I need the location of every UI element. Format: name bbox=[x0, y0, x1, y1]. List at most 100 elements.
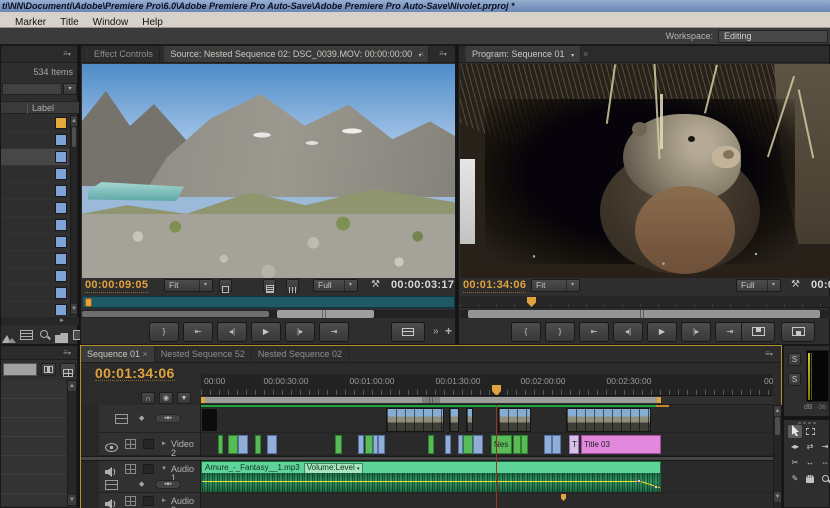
video2-track-content[interactable]: NesTTitle 03 bbox=[201, 433, 773, 456]
step-back-button[interactable]: ◂| bbox=[613, 322, 643, 342]
label-swatch[interactable] bbox=[55, 202, 67, 214]
solo-button[interactable]: S bbox=[788, 373, 801, 386]
go-to-in-button[interactable]: ⇤ bbox=[183, 322, 213, 342]
export-frame-icon[interactable] bbox=[263, 279, 276, 292]
project-row[interactable] bbox=[1, 115, 69, 132]
label-swatch[interactable] bbox=[55, 151, 67, 163]
step-back-button[interactable]: ◂| bbox=[217, 322, 247, 342]
hand-tool[interactable] bbox=[803, 473, 817, 486]
video2-clip[interactable] bbox=[378, 435, 385, 454]
panel-menu-icon[interactable]: ≡▾ bbox=[435, 49, 451, 60]
audio1-track-content[interactable]: Amure_-_Fantasy__1.mp3 Volume:Level ▾ bbox=[201, 461, 773, 493]
project-row[interactable] bbox=[1, 166, 69, 183]
close-tab-icon[interactable]: × bbox=[140, 349, 148, 359]
source-zoom-select[interactable]: Fit▾ bbox=[164, 279, 213, 292]
timeline-vscrollbar[interactable]: ▲ ▼ bbox=[773, 405, 782, 508]
razor-tool[interactable]: ✂ bbox=[788, 457, 802, 470]
scroll-thumb[interactable] bbox=[277, 310, 374, 318]
keyframe-nav[interactable]: ◂◆▸ bbox=[155, 414, 181, 423]
expand-track-icon[interactable]: ▼ bbox=[161, 466, 167, 472]
source-video-frame[interactable] bbox=[82, 64, 455, 278]
program-video-frame[interactable] bbox=[460, 64, 830, 278]
sync-lock-icon[interactable] bbox=[125, 439, 136, 449]
title-bar[interactable]: ti\NN\Documenti\Adobe\Premiere Pro\6.0\A… bbox=[0, 0, 830, 12]
video2-clip-t[interactable]: T bbox=[569, 435, 579, 454]
label-swatch[interactable] bbox=[55, 134, 67, 146]
rate-stretch-tool[interactable]: ⇥ bbox=[818, 441, 830, 454]
keyframe-dot[interactable] bbox=[654, 485, 658, 489]
video3-clip[interactable] bbox=[386, 408, 444, 432]
project-row[interactable] bbox=[1, 183, 69, 200]
tab-source-monitor[interactable]: Source: Nested Sequence 02: DSC_0039.MOV… bbox=[164, 46, 428, 63]
source-scrollbar[interactable] bbox=[82, 310, 455, 318]
work-area-handle[interactable] bbox=[422, 397, 440, 403]
panel-menu-icon[interactable]: ≡▾ bbox=[59, 348, 75, 359]
video2-clip[interactable] bbox=[552, 435, 561, 454]
step-forward-button[interactable]: |▸ bbox=[681, 322, 711, 342]
timeline-current-time[interactable]: 00:01:34:06 bbox=[95, 367, 175, 381]
work-area-bar[interactable] bbox=[201, 397, 661, 403]
project-row[interactable] bbox=[1, 200, 69, 217]
slip-tool[interactable]: ↔ bbox=[803, 457, 817, 470]
effect-dropdown-icon[interactable]: ▾ bbox=[357, 466, 360, 472]
extract-button[interactable] bbox=[781, 322, 815, 342]
mark-out-button[interactable]: } bbox=[149, 322, 179, 342]
workspace-select[interactable]: Editing bbox=[718, 30, 828, 43]
program-current-time[interactable]: 00:01:34:06 bbox=[463, 279, 526, 293]
project-hscrollbar[interactable]: ► bbox=[1, 317, 79, 325]
scroll-thumb[interactable] bbox=[72, 127, 76, 147]
tab-program-monitor[interactable]: Program: Sequence 01 ▾ bbox=[466, 46, 581, 63]
play-button[interactable]: ▶ bbox=[251, 322, 281, 342]
project-row[interactable] bbox=[1, 285, 69, 302]
track-lock-toggle[interactable] bbox=[143, 496, 154, 506]
snap-icon[interactable]: ∩ bbox=[141, 392, 155, 404]
list-vscrollbar[interactable]: ▲ ▼ bbox=[67, 380, 77, 506]
collapse-track-icon[interactable]: ► bbox=[161, 498, 167, 504]
scroll-down-icon[interactable]: ▼ bbox=[71, 304, 77, 314]
mark-in-button[interactable]: { bbox=[511, 322, 541, 342]
audio2-track-name[interactable]: Audio 2 bbox=[171, 497, 200, 508]
export-frame-button[interactable] bbox=[391, 322, 425, 342]
timeline-tab-nested-sequence-52[interactable]: Nested Sequence 52 bbox=[155, 346, 252, 363]
audio-clip[interactable]: Amure_-_Fantasy__1.mp3 Volume:Level ▾ bbox=[201, 461, 661, 493]
video3-clip[interactable] bbox=[449, 408, 459, 432]
playhead-line[interactable] bbox=[496, 405, 497, 508]
more-buttons-icon[interactable]: » bbox=[433, 326, 439, 337]
encore-chapter-marker-icon[interactable]: ◉ bbox=[159, 392, 173, 404]
video2-clip[interactable] bbox=[238, 435, 248, 454]
toggle-track-output-eye-icon[interactable] bbox=[105, 439, 118, 457]
output-settings-icon[interactable] bbox=[286, 279, 299, 292]
label-swatch[interactable] bbox=[55, 253, 67, 265]
add-keyframe-icon[interactable]: ◆ bbox=[139, 414, 144, 422]
label-swatch[interactable] bbox=[55, 236, 67, 248]
add-marker-icon[interactable]: ▼ bbox=[177, 392, 191, 404]
collapse-track-icon[interactable]: ► bbox=[161, 441, 167, 447]
scroll-up-icon[interactable]: ▲ bbox=[774, 406, 781, 416]
track-select-tool[interactable] bbox=[803, 425, 817, 438]
scroll-down-icon[interactable]: ▼ bbox=[774, 492, 781, 502]
zoom-tool[interactable] bbox=[818, 473, 830, 486]
label-swatch[interactable] bbox=[55, 219, 67, 231]
timeline-tab-nested-sequence-02[interactable]: Nested Sequence 02 bbox=[252, 346, 349, 363]
program-mini-timeline[interactable] bbox=[460, 296, 830, 308]
program-playhead-marker[interactable] bbox=[527, 297, 536, 307]
panel-menu-icon[interactable]: ≡▾ bbox=[761, 349, 777, 360]
ripple-edit-tool[interactable]: ◂▸ bbox=[788, 441, 802, 454]
video2-clip[interactable] bbox=[521, 435, 528, 454]
video2-clip[interactable] bbox=[428, 435, 434, 454]
video2-clip[interactable] bbox=[365, 435, 373, 454]
video2-clip[interactable] bbox=[513, 435, 521, 454]
close-tab-icon[interactable]: × bbox=[583, 49, 588, 59]
video2-clip[interactable] bbox=[445, 435, 451, 454]
video3-clip[interactable] bbox=[566, 408, 651, 432]
program-dropdown-icon[interactable]: ▾ bbox=[567, 53, 574, 59]
scroll-thumb[interactable] bbox=[468, 310, 820, 318]
audio2-track-content[interactable] bbox=[201, 493, 773, 508]
add-button-icon[interactable]: + bbox=[445, 324, 452, 338]
mark-out-button[interactable]: } bbox=[545, 322, 575, 342]
label-swatch[interactable] bbox=[55, 117, 67, 129]
label-swatch[interactable] bbox=[55, 168, 67, 180]
source-resolution-select[interactable]: Full▾ bbox=[313, 279, 358, 292]
video3-clip[interactable] bbox=[498, 408, 531, 432]
rolling-edit-tool[interactable]: ⇄ bbox=[803, 441, 817, 454]
